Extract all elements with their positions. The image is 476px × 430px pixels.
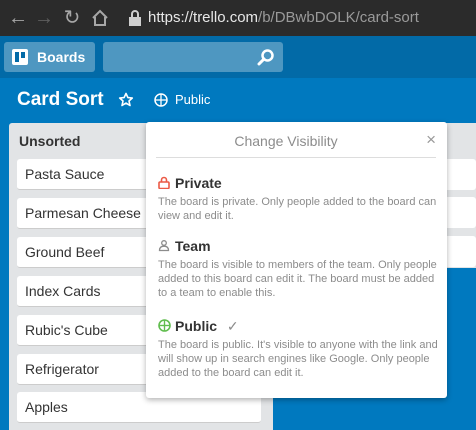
star-icon[interactable]	[118, 92, 134, 108]
search-box[interactable]	[103, 42, 283, 72]
boards-icon	[12, 49, 28, 65]
board-title[interactable]: Card Sort	[17, 89, 104, 111]
option-label: Private	[175, 175, 222, 191]
search-icon[interactable]	[257, 48, 275, 66]
globe-icon	[154, 93, 168, 107]
option-label: Team	[175, 238, 211, 254]
close-icon[interactable]: ×	[426, 130, 436, 150]
forward-icon[interactable]: →	[32, 0, 56, 36]
option-description: The board is visible to members of the t…	[158, 259, 437, 299]
url-host: https://trello.com	[148, 9, 259, 26]
list-title[interactable]: Unsorted	[19, 133, 80, 149]
address-bar[interactable]: https://trello.com/b/DBwbDOLK/card-sort	[148, 9, 419, 26]
search-input[interactable]	[109, 46, 253, 70]
option-description: The board is private. Only people added …	[158, 196, 437, 222]
option-team[interactable]: Team The board is visible to members of …	[158, 237, 438, 300]
lock-icon	[129, 10, 141, 26]
visibility-label: Public	[175, 92, 211, 107]
option-public[interactable]: Public ✓ The board is public. It's visib…	[158, 317, 438, 380]
option-description: The board is public. It's visible to any…	[158, 339, 438, 379]
visibility-popover: Change Visibility × Private The board is…	[146, 122, 447, 398]
popover-title: Change Visibility	[234, 133, 338, 149]
divider	[156, 157, 436, 158]
globe-icon	[158, 319, 171, 332]
home-icon[interactable]	[88, 0, 112, 36]
boards-button[interactable]: Boards	[4, 42, 95, 72]
app-header: Boards	[0, 36, 476, 78]
url-path: /b/DBwbDOLK/card-sort	[258, 9, 419, 26]
check-icon: ✓	[226, 318, 239, 334]
boards-label: Boards	[37, 49, 86, 65]
reload-icon[interactable]: ↻	[60, 0, 84, 36]
option-private[interactable]: Private The board is private. Only peopl…	[158, 174, 438, 223]
option-label: Public	[175, 318, 218, 334]
lock-icon	[158, 176, 170, 189]
back-icon[interactable]: ←	[6, 0, 30, 36]
browser-toolbar: ← → ↻ https://trello.com/b/DBwbDOLK/card…	[0, 0, 476, 36]
team-icon	[158, 240, 170, 252]
